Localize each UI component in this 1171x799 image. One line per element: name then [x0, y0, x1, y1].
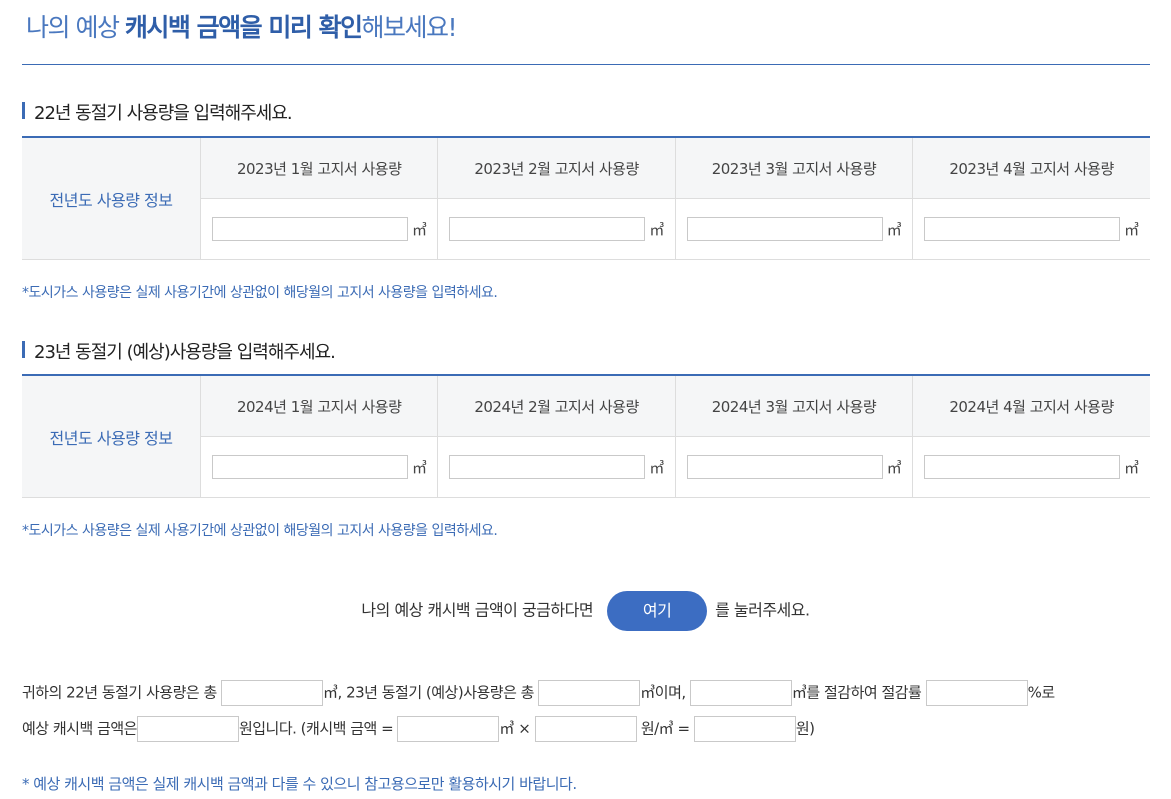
usage-2024-01-input[interactable] [212, 455, 408, 479]
formula-usage-field[interactable] [397, 716, 500, 742]
usage-2023-04-input[interactable] [924, 217, 1121, 241]
page-title: 나의 예상 캐시백 금액을 미리 확인해보세요! [26, 13, 458, 42]
section1-usage-table: 전년도 사용량 정보 2023년 1월 고지서 사용량 2023년 2월 고지서… [22, 136, 1150, 260]
section1-cell: ㎥ [437, 198, 676, 260]
section2-cell: ㎥ [674, 436, 913, 498]
total-23-usage-field[interactable] [538, 680, 641, 706]
usage-2024-04-input[interactable] [924, 455, 1121, 479]
section2-col-header: 2024년 3월 고지서 사용량 [674, 375, 913, 437]
saved-usage-field[interactable] [689, 680, 792, 706]
section2-cell: ㎥ [912, 436, 1150, 498]
unit-label: ㎥ [886, 220, 902, 239]
calculate-button[interactable]: 여기 [607, 591, 708, 631]
section2-cell: ㎥ [437, 436, 676, 498]
cashback-amount-field[interactable] [136, 716, 239, 742]
total-22-usage-field[interactable] [221, 680, 324, 706]
title-divider [22, 64, 1150, 65]
section1-cell: ㎥ [199, 198, 438, 260]
formula-rate-field[interactable] [534, 716, 637, 742]
cta-text-after: 를 눌러주세요. [715, 600, 810, 620]
section1-cell: ㎥ [912, 198, 1150, 260]
unit-label: ㎥ [649, 220, 665, 239]
section2-col-header: 2024년 4월 고지서 사용량 [912, 375, 1150, 437]
section1-col-header: 2023년 2월 고지서 사용량 [437, 137, 676, 199]
disclaimer-footnote: * 예상 캐시백 금액은 실제 캐시백 금액과 다를 수 있으니 참고용으로만 … [22, 775, 577, 793]
section2-heading: 23년 동절기 (예상)사용량을 입력해주세요. [22, 338, 336, 364]
section1-col-header: 2023년 1월 고지서 사용량 [199, 137, 438, 199]
section1-col-header: 2023년 3월 고지서 사용량 [674, 137, 913, 199]
unit-label: ㎥ [412, 220, 428, 239]
usage-2023-01-input[interactable] [212, 217, 408, 241]
usage-2023-02-input[interactable] [449, 217, 646, 241]
section2-usage-table: 전년도 사용량 정보 2024년 1월 고지서 사용량 2024년 2월 고지서… [22, 374, 1150, 498]
section1-row-label: 전년도 사용량 정보 [22, 137, 201, 260]
saving-rate-field[interactable] [925, 680, 1028, 706]
unit-label: ㎥ [412, 458, 428, 477]
section1-cell: ㎥ [674, 198, 913, 260]
usage-2023-03-input[interactable] [686, 217, 883, 241]
section1-heading: 22년 동절기 사용량을 입력해주세요. [22, 99, 293, 125]
section2-col-header: 2024년 2월 고지서 사용량 [437, 375, 676, 437]
section1-col-header: 2023년 4월 고지서 사용량 [912, 137, 1150, 199]
section2-col-header: 2024년 1월 고지서 사용량 [199, 375, 438, 437]
section2-row-label: 전년도 사용량 정보 [22, 375, 201, 498]
section2-cell: ㎥ [199, 436, 438, 498]
usage-2024-02-input[interactable] [449, 455, 646, 479]
unit-label: ㎥ [1124, 458, 1140, 477]
section1-note: *도시가스 사용량은 실제 사용기간에 상관없이 해당월의 고지서 사용량을 입… [22, 285, 498, 301]
formula-result-field[interactable] [693, 716, 796, 742]
usage-2024-03-input[interactable] [686, 455, 883, 479]
result-line-1: 귀하의 22년 동절기 사용량은 총 ㎥, 23년 동절기 (예상)사용량은 총… [22, 680, 1055, 706]
page-title-highlight: 캐시백 금액을 미리 확인 [124, 13, 363, 42]
section2-note: *도시가스 사용량은 실제 사용기간에 상관없이 해당월의 고지서 사용량을 입… [22, 523, 498, 539]
cashback-cta: 나의 예상 캐시백 금액이 궁금하다면 여기 를 눌러주세요. [0, 591, 1171, 631]
unit-label: ㎥ [1124, 220, 1140, 239]
result-line-2: 예상 캐시백 금액은 원입니다. (캐시백 금액 = ㎥ × 원/㎥ = 원) [22, 716, 815, 742]
unit-label: ㎥ [886, 458, 902, 477]
cta-text-before: 나의 예상 캐시백 금액이 궁금하다면 [361, 600, 594, 620]
unit-label: ㎥ [649, 458, 665, 477]
